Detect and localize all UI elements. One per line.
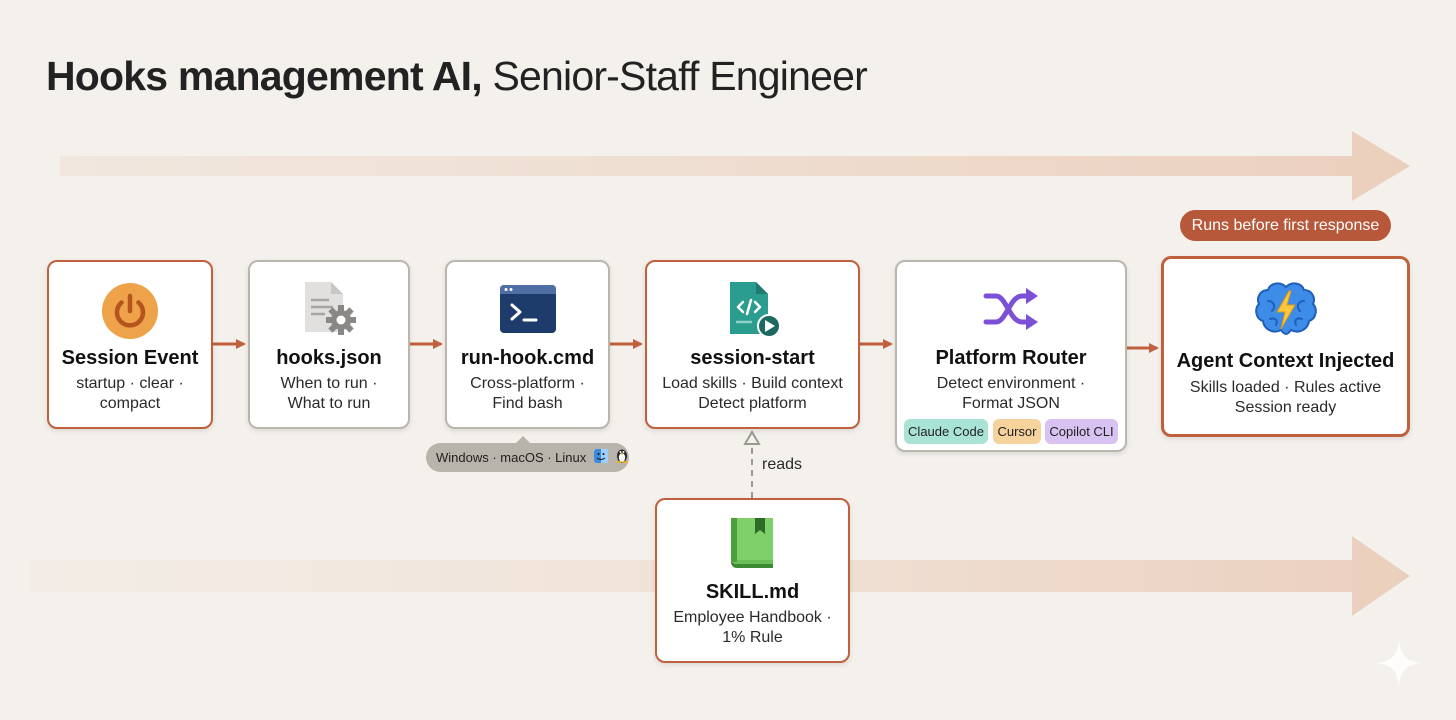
- node-subtitle-line2: 1% Rule: [722, 629, 783, 646]
- chip-copilot-cli: Copilot CLI: [1045, 419, 1118, 444]
- node-subtitle-line2: Detect platform: [698, 395, 807, 412]
- title-rest: Senior-Staff Engineer: [492, 53, 867, 99]
- node-title: run-hook.cmd: [460, 347, 595, 369]
- node-subtitle-line2: Format JSON: [962, 395, 1060, 412]
- terminal-icon: [499, 285, 556, 338]
- finder-icon: [593, 444, 608, 473]
- node-title: Session Event: [61, 347, 199, 369]
- reads-label: reads: [762, 456, 803, 473]
- node-title: Platform Router: [935, 347, 1087, 369]
- book-icon: [727, 514, 779, 577]
- power-icon: [101, 282, 159, 345]
- tux-icon: [616, 444, 628, 473]
- title-bold: Hooks management AI,: [46, 53, 483, 99]
- node-title: SKILL.md: [705, 581, 800, 603]
- node-title: session-start: [690, 347, 815, 369]
- node-subtitle-line1: When to run ·: [280, 375, 378, 392]
- brain-icon: [1254, 281, 1318, 344]
- node-title: hooks.json: [276, 347, 382, 369]
- node-subtitle-line1: Cross-platform ·: [470, 375, 585, 392]
- page-title: Hooks management AI, Senior-Staff Engine…: [46, 50, 868, 102]
- node-session-event: Session Event startup · clear · compact: [47, 260, 213, 429]
- node-subtitle-line1: Employee Handbook ·: [673, 609, 832, 626]
- script-file-icon: [724, 280, 782, 345]
- chip-claude-code: Claude Code: [904, 419, 988, 444]
- os-support-text: Windows · macOS · Linux: [436, 450, 587, 465]
- pill-pointer: [516, 436, 530, 443]
- node-run-hook: run-hook.cmd Cross-platform · Find bash: [445, 260, 610, 429]
- node-subtitle-line2: compact: [99, 395, 161, 412]
- os-support-pill: Windows · macOS · Linux: [426, 436, 629, 473]
- node-subtitle-line1: Load skills · Build context: [662, 375, 843, 392]
- chip-cursor: Cursor: [993, 419, 1041, 444]
- sparkle-icon: [1374, 638, 1424, 693]
- node-subtitle-line2: What to run: [287, 395, 371, 412]
- node-hooks-json: hooks.json When to run · What to run: [248, 260, 410, 429]
- background-arrow-top: [60, 131, 1410, 201]
- config-file-icon: [299, 280, 359, 343]
- node-subtitle-line1: Skills loaded · Rules active: [1189, 379, 1382, 396]
- node-skill-md: SKILL.md Employee Handbook · 1% Rule: [655, 498, 850, 663]
- shuffle-icon: [982, 284, 1040, 339]
- node-subtitle-line2: Session ready: [1234, 399, 1337, 416]
- node-subtitle-line1: Detect environment ·: [936, 375, 1086, 392]
- node-title: Agent Context Injected: [1176, 350, 1395, 372]
- node-subtitle-line1: startup · clear ·: [76, 375, 184, 392]
- node-agent-context: Agent Context Injected Skills loaded · R…: [1161, 256, 1410, 437]
- node-subtitle-line2: Find bash: [492, 395, 563, 412]
- runs-before-badge: Runs before first response: [1180, 210, 1391, 241]
- node-session-start: session-start Load skills · Build contex…: [645, 260, 860, 429]
